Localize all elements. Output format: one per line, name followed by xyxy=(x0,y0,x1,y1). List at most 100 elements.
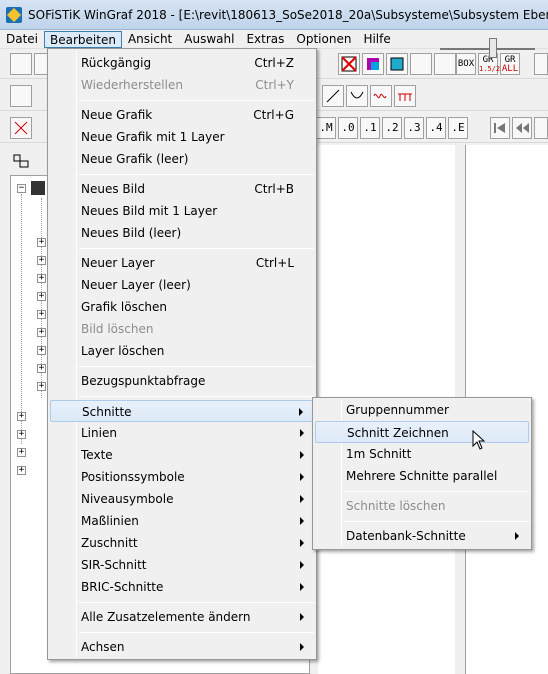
submenu-arrow-icon xyxy=(300,613,304,621)
cyan-box-icon xyxy=(390,57,404,71)
menu-item-positionssymbole[interactable]: Positionssymbole xyxy=(50,466,314,488)
precision-2-button[interactable]: .2 xyxy=(382,117,402,139)
menu-item-undo[interactable]: Rückgängig Ctrl+Z xyxy=(50,52,314,74)
tree-header-icon[interactable] xyxy=(12,153,30,169)
precision-4-button[interactable]: .4 xyxy=(426,117,446,139)
text-abc-icon[interactable] xyxy=(10,85,32,107)
prev-page-icon[interactable] xyxy=(512,117,532,139)
menu-item-label: Neues Bild xyxy=(81,182,145,196)
menu-item-linien[interactable]: Linien xyxy=(50,422,314,444)
menu-item-bric-schnitte[interactable]: BRIC-Schnitte xyxy=(50,576,314,598)
tree-expand-5[interactable]: + xyxy=(37,310,46,319)
support-red-icon xyxy=(398,93,412,101)
precision-1-button[interactable]: .1 xyxy=(360,117,380,139)
menu-auswahl[interactable]: Auswahl xyxy=(178,31,240,48)
precision-3-button[interactable]: .3 xyxy=(404,117,424,139)
menu-datei[interactable]: Datei xyxy=(0,31,44,48)
submenu-arrow-icon xyxy=(300,429,304,437)
menu-item-label: Bezugspunktabfrage xyxy=(81,374,206,388)
first-page-icon[interactable] xyxy=(490,117,510,139)
submenu-arrow-icon xyxy=(299,408,303,416)
tree-expand-10[interactable]: + xyxy=(17,412,26,421)
menu-item-redo[interactable]: Wiederherstellen Ctrl+Y xyxy=(50,74,314,96)
menu-item-sir-schnitt[interactable]: SIR-Schnitt xyxy=(50,554,314,576)
menu-separator xyxy=(79,248,314,249)
menu-item-achsen[interactable]: Achsen xyxy=(50,636,314,658)
menu-ansicht[interactable]: Ansicht xyxy=(122,31,178,48)
frame-alt-icon[interactable] xyxy=(434,53,456,75)
precision-m-button[interactable]: .M xyxy=(316,117,336,139)
submenu-item-1m-schnitt[interactable]: 1m Schnitt xyxy=(315,443,529,465)
spring-icon[interactable] xyxy=(370,85,392,107)
spring-red-icon xyxy=(373,93,387,99)
submenu-item-datenbank-schnitte[interactable]: Datenbank-Schnitte xyxy=(315,525,529,547)
submenu-item-label: 1m Schnitt xyxy=(346,447,412,461)
menu-item-niveausymbole[interactable]: Niveausymbole xyxy=(50,488,314,510)
submenu-arrow-icon xyxy=(300,473,304,481)
tree-expand-1[interactable]: + xyxy=(37,238,46,247)
precision-0-button[interactable]: .0 xyxy=(338,117,358,139)
menu-item-label: Alle Zusatzelemente ändern xyxy=(81,610,251,624)
tree-collapse-root[interactable]: − xyxy=(17,184,26,193)
menu-item-new-layer-empty[interactable]: Neuer Layer (leer) xyxy=(50,274,314,296)
menu-item-reference-point[interactable]: Bezugspunktabfrage xyxy=(50,370,314,392)
menu-item-new-picture-1-layer[interactable]: Neues Bild mit 1 Layer xyxy=(50,200,314,222)
tree-expand-4[interactable]: + xyxy=(37,292,46,301)
submenu-item-schnitt-zeichnen[interactable]: Schnitt Zeichnen xyxy=(315,421,529,443)
tree-expand-6[interactable]: + xyxy=(37,328,46,337)
precision-e-label: .E xyxy=(451,121,465,134)
menu-item-new-picture-empty[interactable]: Neues Bild (leer) xyxy=(50,222,314,244)
menu-item-alle-zusatzelemente[interactable]: Alle Zusatzelemente ändern xyxy=(50,606,314,628)
gr-all-button[interactable]: GR ALL xyxy=(500,53,520,75)
menu-bearbeiten[interactable]: Bearbeiten xyxy=(44,30,122,48)
menu-item-delete-graphic[interactable]: Grafik löschen xyxy=(50,296,314,318)
menu-item-new-graphic-empty[interactable]: Neue Grafik (leer) xyxy=(50,148,314,170)
menu-item-new-layer[interactable]: Neuer Layer Ctrl+L xyxy=(50,252,314,274)
overflow-button[interactable] xyxy=(534,53,548,75)
delete-graphic-icon[interactable] xyxy=(338,53,360,75)
tree-expand-2[interactable]: + xyxy=(37,256,46,265)
new-file-icon[interactable] xyxy=(10,53,32,75)
color-fill-icon[interactable] xyxy=(362,53,384,75)
tree-expand-13[interactable]: + xyxy=(17,466,26,475)
menu-item-new-graphic-1-layer[interactable]: Neue Grafik mit 1 Layer xyxy=(50,126,314,148)
tree-expand-7[interactable]: + xyxy=(37,346,46,355)
cyan-frame-icon[interactable] xyxy=(386,53,408,75)
menu-item-texte[interactable]: Texte xyxy=(50,444,314,466)
support-icon[interactable] xyxy=(394,85,416,107)
precision-e-button[interactable]: .E xyxy=(448,117,468,139)
menu-item-label: Bild löschen xyxy=(81,322,154,336)
menu-extras[interactable]: Extras xyxy=(240,31,290,48)
menu-separator xyxy=(79,396,314,397)
menu-item-new-graphic[interactable]: Neue Grafik Ctrl+G xyxy=(50,104,314,126)
submenu-item-schnitte-loeschen[interactable]: Schnitte löschen xyxy=(315,495,529,517)
arc-draw-icon[interactable] xyxy=(346,85,368,107)
diagonal-line-icon xyxy=(326,89,340,103)
tree-expand-3[interactable]: + xyxy=(37,274,46,283)
menu-item-delete-picture[interactable]: Bild löschen xyxy=(50,318,314,340)
menu-item-delete-layer[interactable]: Layer löschen xyxy=(50,340,314,362)
menu-hilfe[interactable]: Hilfe xyxy=(357,31,396,48)
menu-item-zuschnitt[interactable]: Zuschnitt xyxy=(50,532,314,554)
frame-icon[interactable] xyxy=(410,53,432,75)
zoom-slider-thumb[interactable] xyxy=(489,38,497,58)
box-button[interactable]: BOX xyxy=(456,53,476,75)
submenu-item-label: Schnitt Zeichnen xyxy=(347,426,449,440)
line-draw-icon[interactable] xyxy=(322,85,344,107)
tree-expand-11[interactable]: + xyxy=(17,430,26,439)
menu-item-label: BRIC-Schnitte xyxy=(81,580,164,594)
submenu-item-label: Gruppennummer xyxy=(346,403,449,417)
tree-expand-8[interactable]: + xyxy=(37,364,46,373)
menu-item-new-picture[interactable]: Neues Bild Ctrl+B xyxy=(50,178,314,200)
menu-item-schnitte[interactable]: Schnitte xyxy=(50,400,314,422)
zoom-slider-track[interactable] xyxy=(440,48,535,50)
tree-expand-12[interactable]: + xyxy=(17,448,26,457)
next-page-icon[interactable] xyxy=(534,117,548,139)
submenu-item-gruppennummer[interactable]: Gruppennummer xyxy=(315,399,529,421)
menu-item-masslinien[interactable]: Maßlinien xyxy=(50,510,314,532)
cross-cursor-icon[interactable] xyxy=(10,117,32,139)
menu-item-label: Neue Grafik mit 1 Layer xyxy=(81,130,225,144)
submenu-item-mehrere-schnitte[interactable]: Mehrere Schnitte parallel xyxy=(315,465,529,487)
tree-expand-9[interactable]: + xyxy=(37,382,46,391)
menu-optionen[interactable]: Optionen xyxy=(290,31,357,48)
